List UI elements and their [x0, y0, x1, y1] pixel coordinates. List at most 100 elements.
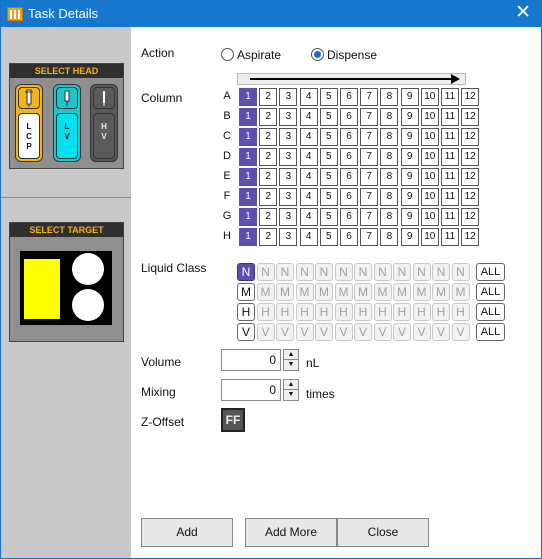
well-h9[interactable]: 9 — [400, 228, 419, 246]
well-c11[interactable]: 11 — [441, 128, 459, 146]
well-g5[interactable]: 5 — [319, 208, 338, 226]
liquid-class-m-10[interactable]: M — [412, 283, 431, 301]
close-icon[interactable]: ✕ — [515, 3, 531, 23]
liquid-class-n-8[interactable]: N — [373, 263, 392, 281]
liquid-class-h-4[interactable]: H — [295, 303, 314, 321]
liquid-class-v-9[interactable]: V — [393, 323, 411, 341]
liquid-class-n-6[interactable]: N — [334, 263, 353, 281]
liquid-class-v-1[interactable]: V — [237, 323, 255, 341]
well-f11[interactable]: 11 — [441, 188, 459, 206]
liquid-class-h-9[interactable]: H — [393, 303, 411, 321]
well-f6[interactable]: 6 — [340, 188, 358, 206]
well-b8[interactable]: 8 — [380, 108, 399, 126]
mixing-input[interactable]: 0 — [221, 379, 281, 401]
well-g1[interactable]: 1 — [239, 208, 257, 226]
liquid-class-n-12[interactable]: N — [451, 263, 470, 281]
well-d1[interactable]: 1 — [239, 148, 257, 166]
well-a11[interactable]: 11 — [441, 88, 459, 106]
liquid-class-h-6[interactable]: H — [334, 303, 353, 321]
volume-down-icon[interactable]: ▼ — [284, 360, 298, 370]
well-h1[interactable]: 1 — [239, 228, 257, 246]
well-c6[interactable]: 6 — [340, 128, 358, 146]
liquid-class-n-10[interactable]: N — [412, 263, 431, 281]
well-a1[interactable]: 1 — [239, 88, 257, 106]
well-e4[interactable]: 4 — [299, 168, 318, 186]
well-h11[interactable]: 11 — [441, 228, 459, 246]
well-f9[interactable]: 9 — [400, 188, 419, 206]
head-lcp[interactable]: LCP — [15, 84, 43, 162]
liquid-class-v-10[interactable]: V — [412, 323, 431, 341]
liquid-class-v-11[interactable]: V — [432, 323, 450, 341]
well-a9[interactable]: 9 — [400, 88, 419, 106]
well-a10[interactable]: 10 — [420, 88, 439, 106]
liquid-class-h-12[interactable]: H — [451, 303, 470, 321]
well-h3[interactable]: 3 — [279, 228, 298, 246]
well-d2[interactable]: 2 — [259, 148, 278, 166]
target-plate-yellow[interactable] — [24, 259, 60, 319]
well-h8[interactable]: 8 — [380, 228, 399, 246]
aspirate-radio[interactable] — [221, 48, 234, 61]
liquid-class-h-8[interactable]: H — [373, 303, 392, 321]
well-f12[interactable]: 12 — [461, 188, 480, 206]
well-b7[interactable]: 7 — [360, 108, 379, 126]
liquid-class-v-8[interactable]: V — [373, 323, 392, 341]
well-g2[interactable]: 2 — [259, 208, 278, 226]
target-well-bottom[interactable] — [72, 289, 104, 321]
well-b12[interactable]: 12 — [461, 108, 480, 126]
well-f10[interactable]: 10 — [420, 188, 439, 206]
liquid-class-n-1[interactable]: N — [237, 263, 255, 281]
well-a8[interactable]: 8 — [380, 88, 399, 106]
well-e11[interactable]: 11 — [441, 168, 459, 186]
well-b2[interactable]: 2 — [259, 108, 278, 126]
well-e1[interactable]: 1 — [239, 168, 257, 186]
liquid-class-h-11[interactable]: H — [432, 303, 450, 321]
well-c7[interactable]: 7 — [360, 128, 379, 146]
well-a7[interactable]: 7 — [360, 88, 379, 106]
well-e12[interactable]: 12 — [461, 168, 480, 186]
target-well-top[interactable] — [72, 253, 104, 285]
well-g11[interactable]: 11 — [441, 208, 459, 226]
well-g12[interactable]: 12 — [461, 208, 480, 226]
well-b9[interactable]: 9 — [400, 108, 419, 126]
well-e10[interactable]: 10 — [420, 168, 439, 186]
liquid-class-h-3[interactable]: H — [276, 303, 294, 321]
liquid-class-v-3[interactable]: V — [276, 323, 294, 341]
well-a6[interactable]: 6 — [340, 88, 358, 106]
well-g7[interactable]: 7 — [360, 208, 379, 226]
well-b6[interactable]: 6 — [340, 108, 358, 126]
well-f1[interactable]: 1 — [239, 188, 257, 206]
well-b4[interactable]: 4 — [299, 108, 318, 126]
well-d5[interactable]: 5 — [319, 148, 338, 166]
well-c2[interactable]: 2 — [259, 128, 278, 146]
well-d3[interactable]: 3 — [279, 148, 298, 166]
well-g8[interactable]: 8 — [380, 208, 399, 226]
liquid-class-h-1[interactable]: H — [237, 303, 255, 321]
well-c3[interactable]: 3 — [279, 128, 298, 146]
liquid-class-m-6[interactable]: M — [334, 283, 353, 301]
dispense-label[interactable]: Dispense — [327, 48, 377, 62]
well-g10[interactable]: 10 — [420, 208, 439, 226]
well-e3[interactable]: 3 — [279, 168, 298, 186]
well-f4[interactable]: 4 — [299, 188, 318, 206]
liquid-class-m-2[interactable]: M — [256, 283, 275, 301]
liquid-class-n-2[interactable]: N — [256, 263, 275, 281]
liquid-class-v-7[interactable]: V — [354, 323, 372, 341]
well-e2[interactable]: 2 — [259, 168, 278, 186]
aspirate-label[interactable]: Aspirate — [237, 48, 281, 62]
well-e9[interactable]: 9 — [400, 168, 419, 186]
liquid-class-v-6[interactable]: V — [334, 323, 353, 341]
well-h7[interactable]: 7 — [360, 228, 379, 246]
close-button[interactable]: Close — [337, 518, 429, 547]
well-a4[interactable]: 4 — [299, 88, 318, 106]
liquid-class-n-11[interactable]: N — [432, 263, 450, 281]
well-h2[interactable]: 2 — [259, 228, 278, 246]
mixing-up-icon[interactable]: ▲ — [284, 380, 298, 390]
liquid-class-n-4[interactable]: N — [295, 263, 314, 281]
volume-up-icon[interactable]: ▲ — [284, 350, 298, 360]
well-d7[interactable]: 7 — [360, 148, 379, 166]
z-offset-button[interactable]: FF — [221, 408, 245, 432]
well-c12[interactable]: 12 — [461, 128, 480, 146]
well-d8[interactable]: 8 — [380, 148, 399, 166]
liquid-class-v-2[interactable]: V — [256, 323, 275, 341]
liquid-class-all-h-button[interactable]: ALL — [476, 303, 505, 321]
